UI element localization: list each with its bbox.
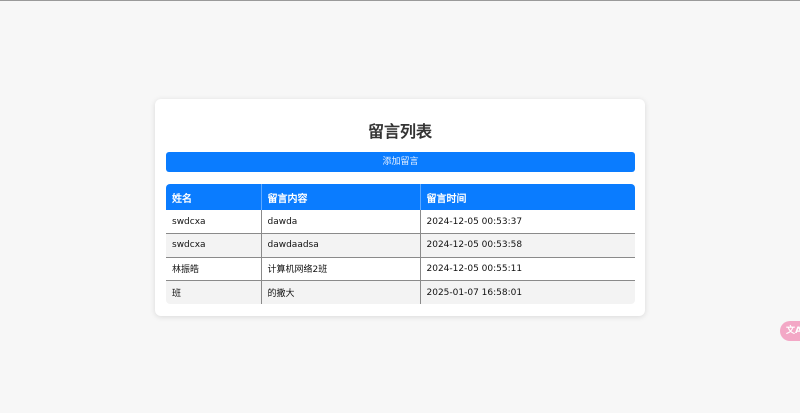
cell-time: 2024-12-05 00:53:37 [419, 210, 635, 234]
header-content: 留言内容 [260, 184, 420, 210]
cell-name: 班 [166, 280, 261, 304]
header-time: 留言时间 [419, 184, 635, 210]
table-header: 姓名 留言内容 留言时间 [166, 184, 635, 210]
cell-time: 2025-01-07 16:58:01 [419, 280, 635, 304]
header-name: 姓名 [166, 184, 261, 210]
translate-widget[interactable]: 文A [780, 321, 800, 341]
cell-content: dawdaadsa [260, 233, 420, 258]
table-header-row: 姓名 留言内容 留言时间 [166, 184, 635, 210]
cell-content: dawda [260, 210, 420, 234]
cell-time: 2024-12-05 00:53:58 [419, 233, 635, 258]
message-table: 姓名 留言内容 留言时间 swdcxa dawda 2024-12-05 00:… [166, 184, 635, 304]
table-row: 林振皓 计算机网络2班 2024-12-05 00:55:11 [166, 257, 635, 281]
cell-name: swdcxa [166, 210, 261, 234]
cell-time: 2024-12-05 00:55:11 [419, 257, 635, 281]
translate-icon: 文A [786, 326, 800, 336]
table-row: swdcxa dawdaadsa 2024-12-05 00:53:58 [166, 233, 635, 258]
table-body: swdcxa dawda 2024-12-05 00:53:37 swdcxa … [166, 210, 635, 304]
message-table-wrapper: 姓名 留言内容 留言时间 swdcxa dawda 2024-12-05 00:… [166, 184, 635, 304]
cell-name: swdcxa [166, 233, 261, 258]
page-title: 留言列表 [367, 122, 432, 141]
cell-name: 林振皓 [166, 257, 261, 281]
table-row: 班 的撒大 2025-01-07 16:58:01 [166, 280, 635, 304]
add-message-button[interactable]: 添加留言 [166, 152, 635, 172]
message-list-card: 留言列表 添加留言 姓名 留言内容 留言时间 swdcxa dawda 2024… [155, 99, 645, 316]
cell-content: 的撒大 [260, 280, 420, 304]
cell-content: 计算机网络2班 [260, 257, 420, 281]
table-row: swdcxa dawda 2024-12-05 00:53:37 [166, 210, 635, 234]
